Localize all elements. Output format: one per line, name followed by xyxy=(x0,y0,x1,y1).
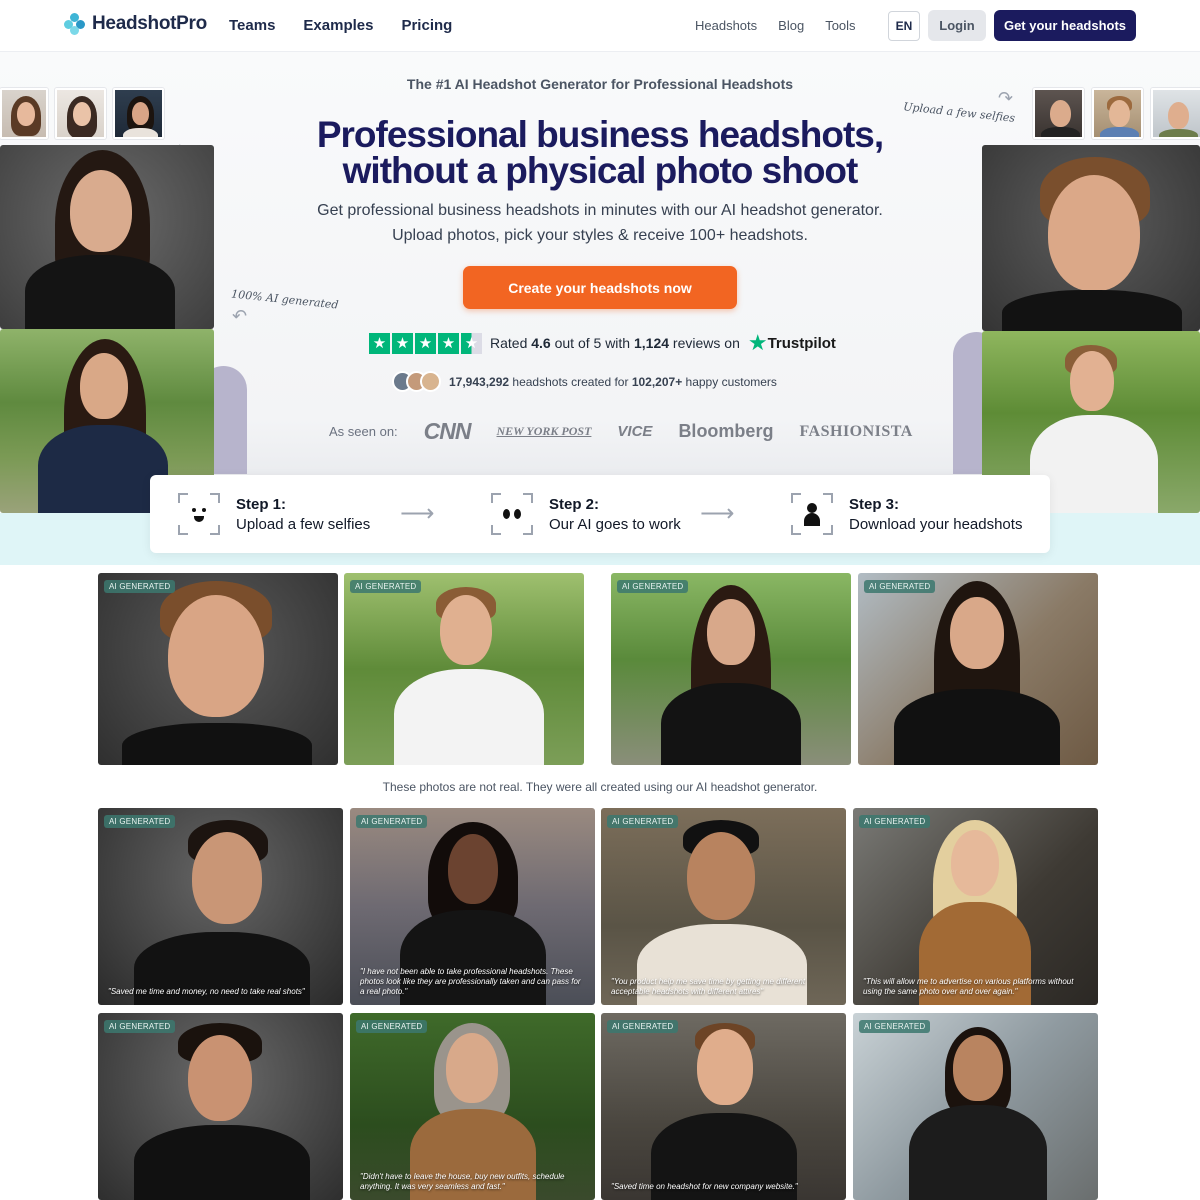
logo-icon xyxy=(64,13,86,35)
ai-generated-badge: AI GENERATED xyxy=(864,580,936,593)
step-2-desc: Our AI goes to work xyxy=(549,515,681,533)
nav-link-teams[interactable]: Teams xyxy=(229,17,275,34)
ai-generated-badge: AI GENERATED xyxy=(859,1020,931,1033)
trustpilot-star-icon: ★ xyxy=(747,330,768,355)
testimonial-quote: "This will allow me to advertise on vari… xyxy=(863,977,1074,996)
hero-headline-line1: Professional business headshots, xyxy=(316,114,884,155)
step-1-title: Step 1: xyxy=(236,495,287,513)
testimonial-headshot[interactable]: AI GENERATED xyxy=(98,1013,343,1200)
star-icon: ★ xyxy=(415,332,436,354)
logo-text: HeadshotPro xyxy=(92,13,207,34)
create-headshots-button[interactable]: Create your headshots now xyxy=(463,266,737,309)
logo[interactable]: HeadshotPro xyxy=(64,13,207,35)
ai-generated-badge: AI GENERATED xyxy=(859,815,931,828)
ai-generated-badge: AI GENERATED xyxy=(617,580,689,593)
example-headshot[interactable]: AI GENERATED xyxy=(344,573,584,765)
ai-generated-badge: AI GENERATED xyxy=(104,1020,176,1033)
hero-headline: Professional business headshots, without… xyxy=(0,114,1200,191)
login-button[interactable]: Login xyxy=(928,10,986,41)
press-logo-fashionista: FASHIONISTA xyxy=(799,422,913,440)
get-headshots-button[interactable]: Get your headshots xyxy=(994,10,1136,41)
testimonial-headshot[interactable]: AI GENERATED xyxy=(853,1013,1098,1200)
testimonial-headshot[interactable]: AI GENERATED "You product help me save t… xyxy=(601,808,846,1005)
as-seen-on-label: As seen on: xyxy=(329,424,398,439)
avatar xyxy=(420,371,441,392)
ai-generated-badge: AI GENERATED xyxy=(356,815,428,828)
hero-headline-line2: without a physical photo shoot xyxy=(342,150,859,191)
ai-generated-badge: AI GENERATED xyxy=(607,815,679,828)
headshots-count: 17,943,292 headshots created for 102,207… xyxy=(392,371,777,392)
press-logo-nypost: NEW YORK POST xyxy=(496,424,592,438)
ai-scan-icon xyxy=(491,493,533,535)
testimonial-headshot[interactable]: AI GENERATED "Saved time on headshot for… xyxy=(601,1013,846,1200)
press-logo-bloomberg: Bloomberg xyxy=(678,421,774,441)
testimonial-quote: "Saved time on headshot for new company … xyxy=(611,1182,798,1191)
testimonial-quote: "I have not been able to take profession… xyxy=(360,967,581,996)
testimonial-headshot[interactable]: AI GENERATED "Didn't have to leave the h… xyxy=(350,1013,595,1200)
star-icon: ★ xyxy=(369,332,390,354)
testimonial-quote: "You product help me save time by gettin… xyxy=(611,977,806,996)
curved-arrow-icon: ↶ xyxy=(232,306,248,326)
ai-disclaimer-note: These photos are not real. They were all… xyxy=(382,780,818,794)
nav-link-tools[interactable]: Tools xyxy=(825,18,855,33)
step-3-desc: Download your headshots xyxy=(849,515,1023,533)
example-headshot[interactable]: AI GENERATED xyxy=(98,573,338,765)
nav-link-pricing[interactable]: Pricing xyxy=(401,17,452,34)
press-logo-vice: VICE xyxy=(617,423,653,440)
example-headshot[interactable]: AI GENERATED xyxy=(611,573,851,765)
steps-card: Step 1: Upload a few selfies ⟶ Step 2: O… xyxy=(150,475,1050,553)
hero-tagline: The #1 AI Headshot Generator for Profess… xyxy=(406,76,794,92)
top-nav: HeadshotPro Teams Examples Pricing Heads… xyxy=(0,0,1200,52)
as-seen-on: As seen on: CNN NEW YORK POST VICE Bloom… xyxy=(329,418,913,445)
step-1-desc: Upload a few selfies xyxy=(236,515,371,533)
ai-generated-badge: AI GENERATED xyxy=(356,1020,428,1033)
person-download-icon xyxy=(791,493,833,535)
nav-link-examples[interactable]: Examples xyxy=(303,17,373,34)
customer-avatars xyxy=(392,371,441,392)
arrow-right-icon: ⟶ xyxy=(700,500,735,527)
ai-generated-badge: AI GENERATED xyxy=(104,580,176,593)
nav-link-blog[interactable]: Blog xyxy=(778,18,804,33)
testimonial-headshot[interactable]: AI GENERATED "Saved me time and money, n… xyxy=(98,808,343,1005)
selfie-face-icon xyxy=(178,493,220,535)
arrow-right-icon: ⟶ xyxy=(400,500,435,527)
rating-stars: ★ ★ ★ ★ ★ xyxy=(369,332,482,354)
hero-subline: Get professional business headshots in m… xyxy=(317,202,883,244)
testimonial-quote: "Didn't have to leave the house, buy new… xyxy=(360,1172,565,1191)
testimonial-headshot[interactable]: AI GENERATED "This will allow me to adve… xyxy=(853,808,1098,1005)
trustpilot-rating[interactable]: ★ ★ ★ ★ ★ Rated 4.6 out of 5 with 1,124 … xyxy=(369,330,836,356)
press-logo-cnn: CNN xyxy=(423,418,472,444)
testimonial-headshot[interactable]: AI GENERATED "I have not been able to ta… xyxy=(350,808,595,1005)
nav-link-headshots[interactable]: Headshots xyxy=(695,18,757,33)
example-headshot[interactable]: AI GENERATED xyxy=(858,573,1098,765)
rating-text: Rated 4.6 out of 5 with 1,124 reviews on xyxy=(490,335,740,351)
star-icon: ★ xyxy=(438,332,459,354)
step-2-title: Step 2: xyxy=(549,495,600,513)
ai-generated-badge: AI GENERATED xyxy=(350,580,422,593)
step-3-title: Step 3: xyxy=(849,495,900,513)
language-button[interactable]: EN xyxy=(888,11,920,41)
step-3: Step 3: Download your headshots xyxy=(791,493,1022,535)
step-1: Step 1: Upload a few selfies xyxy=(178,493,370,535)
ai-generated-badge: AI GENERATED xyxy=(104,815,176,828)
trustpilot-logo: Trustpilot xyxy=(767,334,836,352)
star-icon: ★ xyxy=(392,332,413,354)
step-2: Step 2: Our AI goes to work xyxy=(491,493,681,535)
headshots-count-text: 17,943,292 headshots created for 102,207… xyxy=(449,374,777,389)
half-star-icon: ★ xyxy=(461,332,482,354)
ai-generated-badge: AI GENERATED xyxy=(607,1020,679,1033)
testimonial-quote: "Saved me time and money, no need to tak… xyxy=(108,987,305,996)
